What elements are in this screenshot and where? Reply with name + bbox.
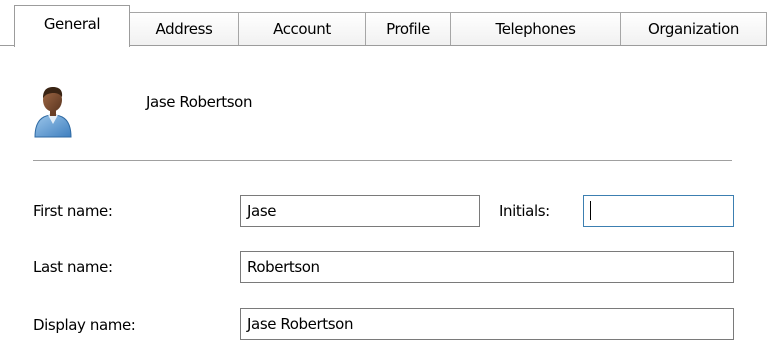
tab-telephones[interactable]: Telephones xyxy=(450,12,621,45)
user-icon xyxy=(34,87,72,138)
first-name-label: First name: xyxy=(33,202,113,220)
display-name-field[interactable]: Jase Robertson xyxy=(240,308,734,340)
initials-label: Initials: xyxy=(499,202,550,220)
tab-strip: General Address Account Profile Telephon… xyxy=(0,0,767,47)
last-name-label: Last name: xyxy=(33,258,113,276)
general-panel: Jase Robertson First name: Jase Initials… xyxy=(0,46,767,350)
tab-general[interactable]: General xyxy=(14,5,130,47)
properties-dialog: General Address Account Profile Telephon… xyxy=(0,0,767,350)
first-name-field[interactable]: Jase xyxy=(240,195,480,227)
tab-account[interactable]: Account xyxy=(238,12,366,45)
separator xyxy=(33,160,732,162)
display-name-heading: Jase Robertson xyxy=(146,93,253,111)
tab-profile[interactable]: Profile xyxy=(365,12,451,45)
initials-field[interactable] xyxy=(583,195,734,227)
display-name-label: Display name: xyxy=(33,316,136,334)
tab-address[interactable]: Address xyxy=(129,12,239,45)
text-caret xyxy=(590,200,591,220)
tab-organization[interactable]: Organization xyxy=(620,12,767,45)
last-name-field[interactable]: Robertson xyxy=(240,251,734,283)
